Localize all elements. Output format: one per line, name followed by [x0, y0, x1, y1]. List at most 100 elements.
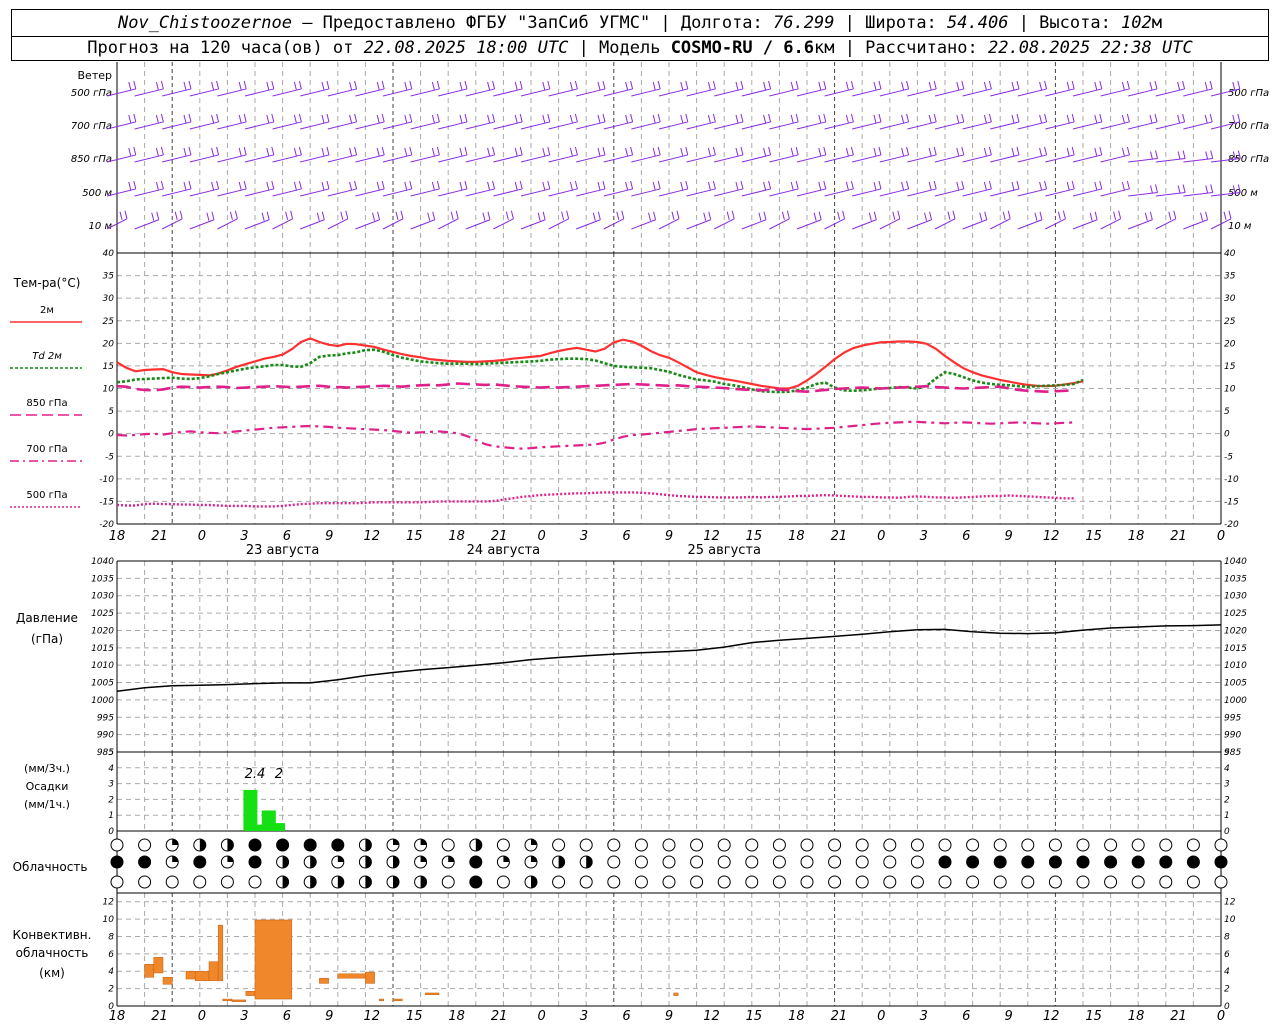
cloud-symbol-overcast	[939, 856, 951, 868]
wind-barb-feather	[933, 113, 937, 123]
precip-unit-3h: (мм/3ч.)	[24, 762, 70, 775]
wind-barb-feather	[354, 80, 358, 90]
cloud-symbol-quarter	[531, 839, 537, 845]
wind-barb-feather	[1168, 211, 1172, 220]
temp-tick-right: 40	[1224, 249, 1236, 259]
temp-tick-right: 35	[1224, 272, 1236, 282]
conv-tick-right: 10	[1224, 915, 1236, 925]
wind-barb-feather	[514, 81, 518, 91]
cloud-symbol	[1159, 875, 1173, 889]
wind-barb-feather	[961, 146, 965, 156]
conv-bar	[162, 977, 173, 985]
wind-barb-feather	[492, 80, 496, 90]
wind-barb-feather	[652, 147, 656, 157]
cloud-symbol	[717, 838, 731, 852]
wind-barb-feather	[1039, 147, 1043, 157]
wind-barb-feather	[271, 180, 275, 190]
wind-barb-feather	[431, 147, 435, 157]
temp-hour-label: 3	[580, 529, 588, 544]
wind-barb-staff	[1100, 154, 1130, 163]
wind-barb-staff	[1100, 121, 1130, 130]
wind-barb-feather	[901, 81, 905, 91]
temp-tick-left: 40	[103, 249, 115, 259]
temp-tick-left: 20	[103, 339, 115, 349]
conv-tick-left: 2	[108, 985, 114, 995]
temp-hour-label: 9	[1005, 529, 1013, 544]
wind-barb-feather	[450, 211, 454, 220]
cloud-symbol	[938, 875, 952, 889]
wind-barb-feather	[211, 181, 215, 191]
wind-barb-feather	[1011, 81, 1015, 91]
wind-barb-feather	[1066, 114, 1070, 124]
wind-barb-feather	[823, 113, 827, 123]
wind-barb-staff	[962, 154, 992, 163]
temp-tick-right: -10	[1224, 475, 1239, 485]
wind-barb-feather	[1034, 212, 1038, 221]
cloud-symbol	[717, 855, 731, 869]
pressure-tick-right: 1020	[1224, 626, 1247, 636]
cloud-symbol	[662, 838, 676, 852]
wind-barb-feather	[547, 180, 551, 190]
wind-barb-feather	[625, 81, 629, 91]
cloud-symbol	[662, 855, 676, 869]
wind-barb-feather	[625, 181, 629, 191]
wind-barb-feather	[708, 211, 712, 220]
wind-barb-feather	[243, 180, 247, 190]
cloud-symbol-half	[365, 876, 372, 888]
wind-barb-feather	[873, 114, 877, 124]
date-label: 24 августа	[467, 543, 541, 558]
wind-barb-staff	[327, 121, 357, 130]
wind-barb-feather	[602, 80, 606, 90]
wind-barb-feather	[431, 81, 435, 91]
cloud-symbol	[1186, 875, 1200, 889]
cloud-symbol	[220, 875, 234, 889]
wind-barb-staff	[741, 121, 771, 130]
wind-barb-feather	[1016, 80, 1020, 90]
cloud-title: Облачность	[13, 860, 88, 874]
pressure-tick-left: 1015	[91, 644, 114, 654]
wind-barb-feather	[1177, 185, 1181, 194]
temp-hour-label: 18	[788, 529, 805, 544]
wind-barb-feather	[1089, 212, 1093, 221]
wind-barb-staff	[134, 219, 159, 230]
wind-barb-feather	[326, 180, 330, 190]
temp-tick-left: 10	[103, 385, 115, 395]
wind-barb-feather	[1094, 81, 1098, 91]
cloud-symbol	[1186, 838, 1200, 852]
wind-barb-feather	[537, 212, 541, 221]
wind-barb-feather	[266, 181, 270, 191]
wind-barb-staff	[162, 88, 192, 97]
cloud-symbol	[607, 875, 621, 889]
wind-barb-feather	[1182, 184, 1186, 193]
wind-barb-feather	[542, 211, 546, 220]
temp-hour-label: 0	[1217, 529, 1225, 544]
wind-barb-feather	[482, 212, 486, 221]
wind-barb-staff	[769, 121, 799, 130]
wind-barb-staff	[1072, 121, 1102, 130]
cloud-symbol-half	[558, 856, 565, 868]
wind-barb-staff	[1017, 121, 1047, 130]
wind-barb-feather	[1126, 146, 1130, 156]
wind-barb-staff	[493, 121, 523, 130]
wind-barb-feather	[326, 146, 330, 156]
temp-hour-label: 9	[665, 529, 673, 544]
temp-hour-label: 12	[363, 529, 380, 544]
wind-barb-feather	[1121, 147, 1125, 157]
wind-barb-feather	[542, 181, 546, 191]
wind-barb-staff	[796, 219, 822, 230]
wind-barb-staff	[134, 188, 164, 197]
wind-barb-staff	[520, 121, 550, 130]
wind-barb-feather	[271, 146, 275, 156]
wind-barb-staff	[272, 188, 302, 197]
wind-barb-feather	[188, 80, 192, 90]
wind-barb-staff	[686, 88, 716, 97]
conv-tick-left: 4	[108, 967, 114, 977]
cloud-symbol-half	[475, 839, 482, 851]
wind-barb-feather	[1044, 180, 1048, 190]
wind-barb-staff	[714, 188, 744, 197]
wind-barb-feather	[1071, 146, 1075, 156]
temp-hour-label: 3	[920, 529, 928, 544]
wind-barb-feather	[763, 114, 767, 124]
wind-barb-feather	[404, 181, 408, 191]
wind-barb-staff	[1017, 219, 1043, 230]
